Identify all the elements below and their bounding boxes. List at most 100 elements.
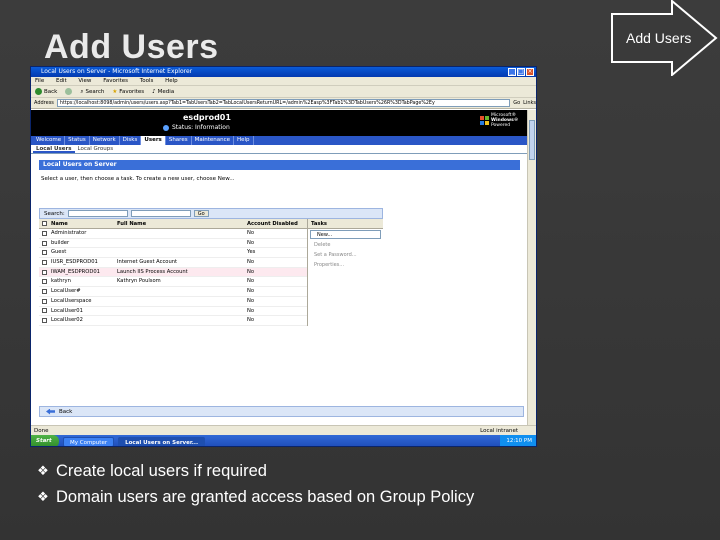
tab-maintenance[interactable]: Maintenance: [192, 136, 234, 145]
table-row[interactable]: LocalUser01 No: [39, 307, 307, 317]
row-checkbox[interactable]: [41, 298, 47, 304]
info-icon: [163, 124, 169, 131]
col-name[interactable]: Name: [49, 219, 115, 228]
row-checkbox[interactable]: [41, 279, 47, 285]
go-button[interactable]: Go: [513, 98, 520, 109]
row-checkbox[interactable]: [41, 240, 47, 246]
cell-account-disabled: No: [247, 268, 255, 275]
cell-account-disabled: No: [247, 259, 255, 266]
row-checkbox[interactable]: [41, 259, 47, 265]
search-button[interactable]: ⌕ Search: [80, 86, 104, 98]
row-checkbox[interactable]: [41, 318, 47, 324]
col-account-disabled[interactable]: Account Disabled: [245, 219, 307, 228]
browser-window-screenshot: Local Users on Server - Microsoft Intern…: [30, 66, 537, 447]
cell-name: Guest: [51, 249, 67, 256]
table-row[interactable]: IUSR_ESDPROD01 Internet Guest Account No: [39, 258, 307, 268]
tab-shares[interactable]: Shares: [166, 136, 192, 145]
cell-full-name: Kathryn Poulsom: [117, 278, 161, 285]
menu-help[interactable]: Help: [165, 78, 178, 84]
table-row[interactable]: LocalUserspace No: [39, 297, 307, 307]
cell-full-name: Internet Guest Account: [117, 259, 178, 266]
row-checkbox[interactable]: [41, 288, 47, 294]
tab-network[interactable]: Network: [90, 136, 120, 145]
tab-disks[interactable]: Disks: [120, 136, 142, 145]
back-button[interactable]: Back: [35, 86, 57, 98]
cell-account-disabled: No: [247, 288, 255, 295]
cell-account-disabled: No: [247, 278, 255, 285]
users-table: Name Full Name Account Disabled Administ…: [39, 219, 307, 326]
status-left: Done: [34, 428, 49, 434]
arrow-badge-label: Add Users: [626, 30, 692, 46]
row-checkbox[interactable]: [41, 269, 47, 275]
task-properties[interactable]: Properties...: [308, 260, 383, 270]
row-checkbox[interactable]: [41, 230, 47, 236]
forward-icon[interactable]: [65, 88, 73, 95]
menu-favorites[interactable]: Favorites: [103, 78, 128, 84]
cell-name: LocalUser#: [51, 288, 81, 295]
tab-welcome[interactable]: Welcome: [33, 136, 66, 145]
search-field-select[interactable]: [67, 210, 128, 217]
menu-tools[interactable]: Tools: [140, 78, 154, 84]
bullet-item: ❖ Create local users if required: [36, 458, 474, 484]
add-users-arrow-badge: Add Users: [610, 0, 720, 76]
maximize-icon[interactable]: □: [517, 68, 525, 76]
col-full-name[interactable]: Full Name: [115, 219, 245, 228]
task-delete[interactable]: Delete: [308, 240, 383, 250]
window-titlebar: Local Users on Server - Microsoft Intern…: [31, 67, 536, 77]
window-title: Local Users on Server - Microsoft Intern…: [41, 68, 193, 75]
close-icon[interactable]: ×: [526, 68, 534, 76]
task-set-password[interactable]: Set a Password...: [308, 250, 383, 260]
tab-status[interactable]: Status: [65, 136, 90, 145]
search-input[interactable]: [130, 210, 191, 217]
nav-tabs: Welcome Status Network Disks Users Share…: [31, 136, 528, 145]
minimize-icon[interactable]: _: [508, 68, 516, 76]
cell-full-name: [115, 248, 245, 257]
users-grid: Search: Go Name Full Name Account Disabl…: [39, 208, 383, 338]
menu-view[interactable]: View: [78, 78, 91, 84]
search-go-button[interactable]: Go: [193, 210, 209, 217]
cell-full-name: [115, 239, 245, 248]
cell-name: kathryn: [51, 278, 71, 285]
bullet-item: ❖ Domain users are granted access based …: [36, 484, 474, 510]
table-row[interactable]: LocalUser02 No: [39, 316, 307, 326]
tab-users[interactable]: Users: [141, 136, 166, 145]
cell-account-disabled: Yes: [247, 249, 256, 256]
subtab-local-users[interactable]: Local Users: [33, 145, 75, 153]
table-row[interactable]: IWAM_ESDPROD01 Launch IIS Process Account…: [39, 267, 307, 278]
page-back-button[interactable]: Back: [59, 407, 72, 417]
address-input[interactable]: https://localhost:8098/admin/users/users…: [56, 99, 511, 107]
table-row[interactable]: Administrator No: [39, 229, 307, 239]
table-row[interactable]: Guest Yes: [39, 248, 307, 259]
select-all-checkbox[interactable]: [41, 221, 47, 226]
tab-help[interactable]: Help: [234, 136, 254, 145]
task-new[interactable]: New...: [310, 230, 381, 239]
cell-account-disabled: No: [247, 230, 255, 236]
row-checkbox[interactable]: [41, 250, 47, 256]
taskbar-local-users[interactable]: Local Users on Server...: [118, 436, 206, 446]
menu-file[interactable]: File: [35, 78, 44, 84]
cell-full-name: [115, 297, 245, 306]
start-button[interactable]: Start: [31, 435, 59, 446]
vertical-scrollbar[interactable]: [527, 110, 536, 425]
menu-bar: File Edit View Favorites Tools Help: [31, 77, 536, 86]
table-row[interactable]: builder No: [39, 239, 307, 249]
table-header: Name Full Name Account Disabled: [39, 219, 307, 229]
favorites-button[interactable]: ★ Favorites: [112, 86, 144, 98]
cell-name: IUSR_ESDPROD01: [51, 259, 98, 266]
subtab-local-groups[interactable]: Local Groups: [75, 145, 117, 153]
menu-edit[interactable]: Edit: [56, 78, 67, 84]
table-row[interactable]: LocalUser# No: [39, 287, 307, 297]
row-checkbox[interactable]: [41, 308, 47, 314]
cell-account-disabled: No: [247, 307, 255, 314]
cell-name: Administrator: [51, 230, 87, 236]
taskbar: Start My Computer Local Users on Server.…: [31, 435, 536, 446]
back-arrow-icon: [46, 408, 55, 415]
search-row: Search: Go: [39, 208, 383, 219]
taskbar-my-computer[interactable]: My Computer: [63, 436, 115, 446]
table-row[interactable]: kathryn Kathryn Poulsom No: [39, 277, 307, 288]
links-button[interactable]: Links: [523, 98, 536, 109]
search-label: Search:: [44, 210, 65, 217]
media-button[interactable]: ♪ Media: [152, 86, 174, 98]
address-label: Address: [34, 99, 54, 106]
cell-name: IWAM_ESDPROD01: [51, 268, 100, 275]
